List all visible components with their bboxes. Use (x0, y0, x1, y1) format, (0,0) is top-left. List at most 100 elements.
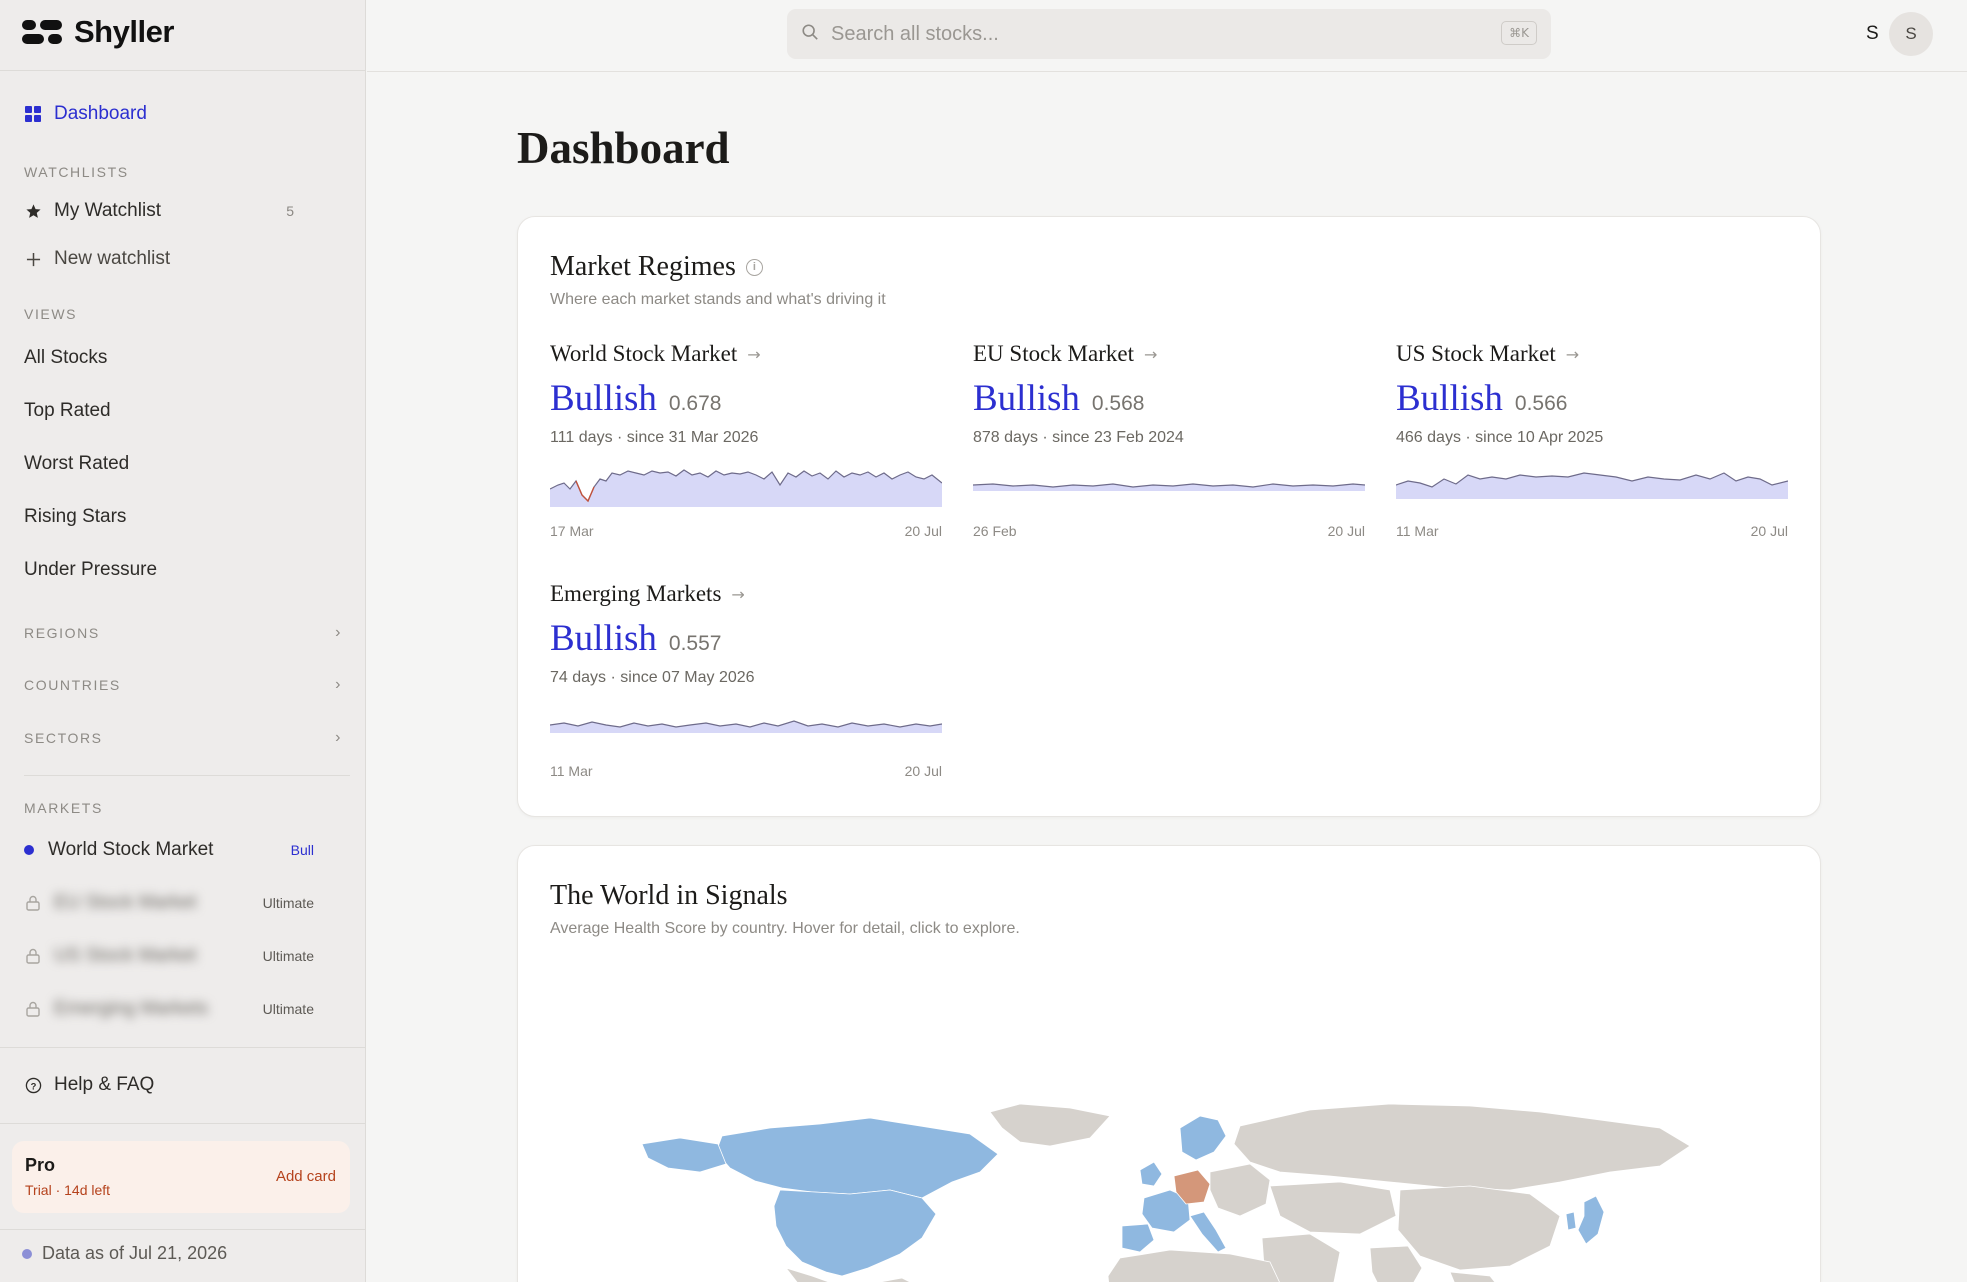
axis-start: 26 Feb (973, 523, 1017, 539)
sidebar-item-label: My Watchlist (54, 200, 161, 221)
search-input[interactable]: Search all stocks... ⌘K (787, 9, 1551, 59)
map-country-korea (1565, 1211, 1577, 1231)
map-country-scandinavia (1179, 1115, 1227, 1161)
card-title: Market Regimes i (550, 251, 763, 283)
market-name[interactable]: US Stock Market → (1396, 341, 1579, 367)
sidebar-item-label: Top Rated (24, 400, 111, 421)
new-watchlist-button[interactable]: New watchlist (24, 239, 344, 279)
arrow-right-icon: → (1565, 344, 1580, 364)
map-country-east-europe (1209, 1163, 1271, 1217)
card-subtitle: Where each market stands and what's driv… (550, 291, 886, 308)
group-label: REGIONS (24, 625, 100, 641)
sidebar-item-my-watchlist[interactable]: My Watchlist 5 (24, 191, 344, 231)
market-name[interactable]: Emerging Markets → (550, 581, 745, 607)
sparkline-axis: 26 Feb 20 Jul (973, 523, 1365, 539)
sidebar-item-label: All Stocks (24, 347, 108, 368)
sidebar-market-world[interactable]: World Stock Market Bull (24, 830, 344, 870)
sidebar-item-worst-rated[interactable]: Worst Rated (24, 444, 344, 484)
regime-state: Bullish (973, 378, 1080, 419)
market-eu[interactable]: EU Stock Market → Bullish 0.568 878 days ·… (973, 341, 1365, 551)
sidebar-market-emerging[interactable]: Emerging Markets Ultimate (24, 989, 344, 1029)
market-name-text: Emerging Markets (550, 581, 722, 606)
lock-icon (24, 948, 42, 964)
market-name[interactable]: World Stock Market → (550, 341, 761, 367)
help-link[interactable]: ? Help & FAQ (24, 1065, 344, 1105)
user-initial[interactable]: S (1866, 23, 1879, 45)
avatar[interactable]: S (1889, 12, 1933, 56)
sidebar-market-eu[interactable]: EU Stock Market Ultimate (24, 883, 344, 923)
map-country-uk (1139, 1161, 1163, 1187)
data-as-of: Data as of Jul 21, 2026 (22, 1243, 227, 1264)
sidebar-item-rising-stars[interactable]: Rising Stars (24, 497, 344, 537)
axis-start: 17 Mar (550, 523, 594, 539)
sparkline-axis: 11 Mar 20 Jul (550, 763, 942, 779)
sidebar-item-top-rated[interactable]: Top Rated (24, 391, 344, 431)
sparkline[interactable] (1396, 467, 1788, 507)
map-country-north-africa (1107, 1249, 1280, 1282)
app-logo[interactable]: Shyller (22, 14, 174, 50)
map-country-iberia (1121, 1223, 1155, 1253)
card-title: The World in Signals (550, 880, 788, 911)
sidebar-item-label: Worst Rated (24, 453, 130, 474)
regime-state: Bullish (550, 618, 657, 659)
sidebar-divider (0, 1123, 366, 1124)
sidebar-divider (0, 1229, 366, 1230)
help-label: Help & FAQ (54, 1074, 155, 1095)
axis-end: 20 Jul (904, 523, 942, 539)
regime-duration: 878 days · since 23 Feb 2024 (973, 429, 1184, 446)
sidebar: Shyller Dashboard WATCHLISTS My Watchlis… (0, 0, 366, 1282)
market-emerging[interactable]: Emerging Markets → Bullish 0.557 74 days ·… (550, 581, 942, 791)
market-world[interactable]: World Stock Market → Bullish 0.678 111 day… (550, 341, 942, 551)
data-as-of-label: Data as of Jul 21, 2026 (42, 1243, 228, 1263)
axis-start: 11 Mar (550, 763, 593, 779)
info-icon[interactable]: i (745, 258, 763, 276)
status-dot (24, 845, 34, 855)
watchlists-heading: WATCHLISTS (24, 164, 129, 180)
market-us[interactable]: US Stock Market → Bullish 0.566 466 days ·… (1396, 341, 1788, 551)
sparkline[interactable] (550, 707, 942, 747)
arrow-right-icon: → (1143, 344, 1158, 364)
sidebar-group-sectors[interactable]: SECTORS › (24, 726, 342, 750)
regime-readout: Bullish 0.568 (973, 377, 1144, 420)
arrow-right-icon: → (731, 584, 745, 604)
new-watchlist-label: New watchlist (54, 248, 171, 269)
sidebar-group-countries[interactable]: COUNTRIES › (24, 673, 342, 697)
markets-heading: MARKETS (24, 800, 103, 816)
map-country-southeast-asia (1449, 1271, 1496, 1282)
regime-score: 0.566 (1514, 392, 1568, 415)
sidebar-group-regions[interactable]: REGIONS › (24, 621, 342, 645)
chevron-right-icon: › (335, 729, 342, 746)
search-placeholder: Search all stocks... (831, 22, 999, 45)
search-icon (801, 23, 819, 46)
axis-end: 20 Jul (904, 763, 942, 779)
lock-icon (24, 1001, 42, 1017)
sidebar-market-us[interactable]: US Stock Market Ultimate (24, 936, 344, 976)
sparkline-axis: 17 Mar 20 Jul (550, 523, 942, 539)
status-dot (22, 1248, 32, 1259)
sidebar-divider (24, 775, 350, 776)
regime-score: 0.557 (668, 632, 722, 655)
logo-icon (22, 20, 62, 44)
chevron-right-icon: › (335, 624, 342, 641)
sparkline[interactable] (973, 467, 1365, 507)
map-country-china (1397, 1185, 1561, 1271)
sparkline[interactable] (550, 467, 942, 507)
top-bar: Search all stocks... ⌘K S S (367, 0, 1967, 72)
plan-badge: Ultimate (262, 948, 314, 964)
sidebar-item-dashboard[interactable]: Dashboard (24, 94, 344, 134)
regime-score: 0.678 (668, 392, 722, 415)
map-country-usa (773, 1189, 937, 1277)
regime-score: 0.568 (1091, 392, 1145, 415)
add-card-button[interactable]: Add card (276, 1168, 336, 1185)
axis-end: 20 Jul (1327, 523, 1365, 539)
world-map[interactable] (550, 976, 1790, 1282)
sidebar-item-under-pressure[interactable]: Under Pressure (24, 550, 344, 590)
card-subtitle: Average Health Score by country. Hover f… (550, 920, 1020, 937)
sidebar-divider (0, 70, 366, 71)
svg-text:?: ? (30, 1081, 36, 1092)
regime-duration: 466 days · since 10 Apr 2025 (1396, 429, 1604, 446)
sidebar-item-all-stocks[interactable]: All Stocks (24, 338, 344, 378)
plan-badge: Ultimate (262, 1001, 314, 1017)
market-label: Emerging Markets (54, 998, 209, 1019)
market-name[interactable]: EU Stock Market → (973, 341, 1157, 367)
